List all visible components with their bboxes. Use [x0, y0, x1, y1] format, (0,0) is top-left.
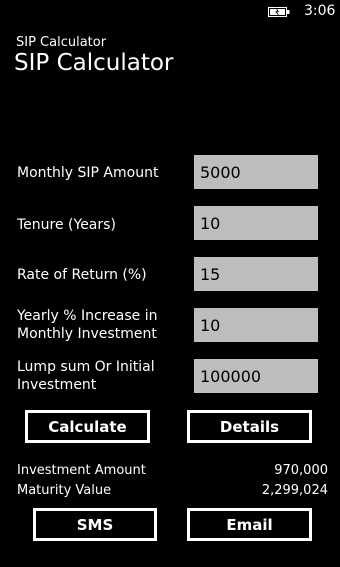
- app-name: SIP Calculator: [16, 35, 107, 50]
- lump-sum-input[interactable]: [194, 359, 318, 393]
- maturity-value-label: Maturity Value: [17, 483, 112, 498]
- yearly-increase-label-line1: Yearly % Increase in: [17, 308, 158, 324]
- investment-amount-value: 970,000: [274, 463, 328, 478]
- monthly-sip-input[interactable]: [194, 155, 318, 189]
- details-button[interactable]: Details: [187, 410, 312, 443]
- battery-icon: [268, 7, 290, 17]
- status-bar: 3:06: [0, 0, 340, 26]
- page-title: SIP Calculator: [14, 50, 174, 76]
- lump-sum-label: Lump sum Or Initial Investment: [17, 358, 155, 394]
- rate-label: Rate of Return (%): [17, 267, 147, 283]
- sms-button[interactable]: SMS: [33, 508, 157, 541]
- lump-sum-label-line1: Lump sum Or Initial: [17, 359, 155, 375]
- yearly-increase-label: Yearly % Increase in Monthly Investment: [17, 307, 157, 343]
- yearly-increase-label-line2: Monthly Investment: [17, 326, 157, 342]
- rate-input[interactable]: [194, 257, 318, 291]
- email-button[interactable]: Email: [187, 508, 312, 541]
- lump-sum-label-line2: Investment: [17, 377, 97, 393]
- maturity-value-value: 2,299,024: [261, 483, 328, 498]
- tenure-label: Tenure (Years): [17, 217, 116, 233]
- clock: 3:06: [304, 3, 336, 19]
- investment-amount-label: Investment Amount: [17, 463, 146, 478]
- monthly-sip-label: Monthly SIP Amount: [17, 165, 159, 181]
- calculate-button[interactable]: Calculate: [25, 410, 150, 443]
- tenure-input[interactable]: [194, 206, 318, 240]
- yearly-increase-input[interactable]: [194, 308, 318, 342]
